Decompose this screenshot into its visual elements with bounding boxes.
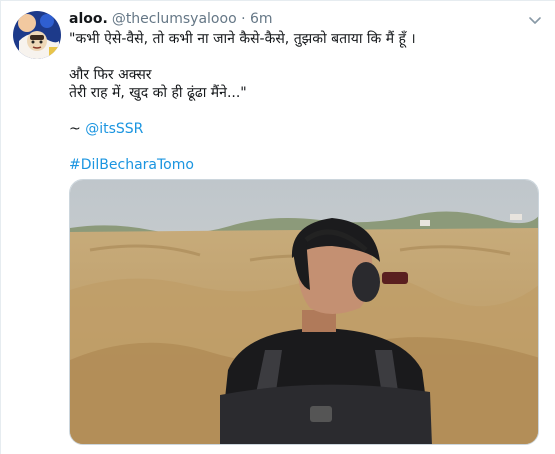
tweet-text: "कभी ऐसे-वैसे, तो कभी ना जाने कैसे-कैसे,…: [69, 30, 416, 174]
tweet-text-line: तेरी राह में, खुद को ही ढूंढा मैंने...": [69, 85, 247, 101]
tweet-photo[interactable]: [69, 179, 539, 445]
mention-prefix: ~: [69, 121, 86, 137]
mention-link[interactable]: @itsSSR: [85, 121, 143, 137]
tweet-header: aloo. @theclumsyalooo · 6m: [69, 10, 273, 28]
separator-dot: ·: [241, 11, 246, 27]
timestamp[interactable]: 6m: [250, 11, 273, 27]
display-name[interactable]: aloo.: [69, 11, 108, 27]
tweet[interactable]: aloo. @theclumsyalooo · 6m "कभी ऐसे-वैसे,…: [0, 0, 555, 454]
tweet-text-line: और फिर अक्सर: [69, 67, 152, 83]
tweet-text-line: "कभी ऐसे-वैसे, तो कभी ना जाने कैसे-कैसे,…: [69, 31, 416, 47]
chevron-down-icon[interactable]: [527, 12, 543, 28]
mention-line: ~ @itsSSR: [69, 120, 416, 138]
avatar[interactable]: [13, 11, 61, 59]
hashtag-link[interactable]: #DilBecharaTomo: [69, 156, 416, 174]
user-handle[interactable]: @theclumsyalooo: [112, 11, 237, 27]
